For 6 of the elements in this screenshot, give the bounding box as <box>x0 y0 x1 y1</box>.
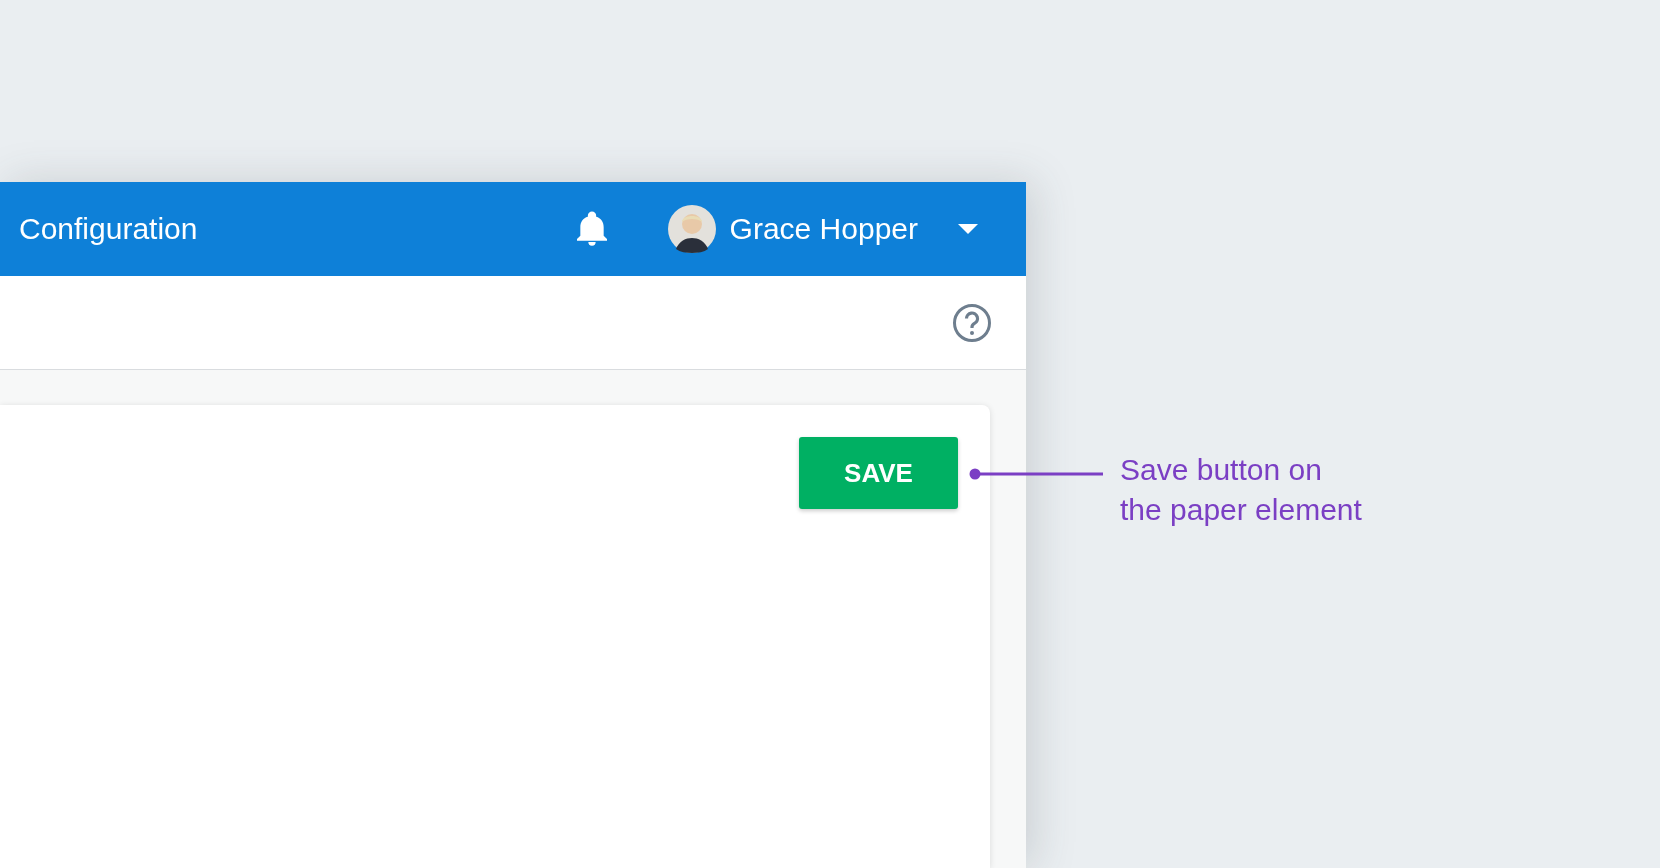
help-icon[interactable] <box>952 302 992 343</box>
caret-icon[interactable] <box>958 224 978 234</box>
user-name[interactable]: Grace Hopper <box>729 212 918 246</box>
save-button[interactable]: SAVE <box>799 437 958 509</box>
annotation-text: Save button on the paper element <box>1120 452 1362 528</box>
page-title: Configuration <box>19 212 198 246</box>
